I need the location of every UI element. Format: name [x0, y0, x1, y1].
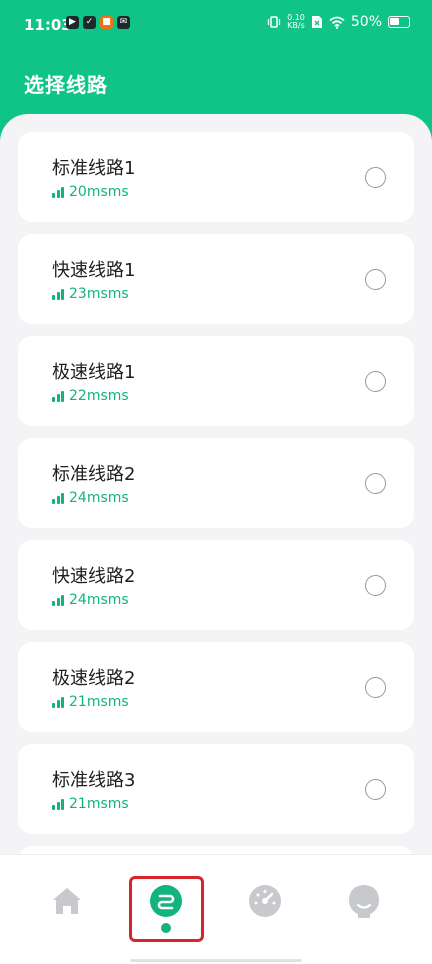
route-latency: 24msms	[52, 490, 129, 506]
bottom-nav	[0, 854, 432, 964]
route-card[interactable]: 标准线路3 21msms	[18, 744, 414, 834]
signal-icon	[52, 696, 64, 708]
profile-icon[interactable]	[346, 883, 382, 919]
latency-value: 23msms	[69, 286, 129, 302]
signal-icon	[52, 186, 64, 198]
check-app-icon: ✓	[83, 16, 96, 29]
route-latency: 23msms	[52, 286, 129, 302]
route-radio[interactable]	[365, 473, 386, 494]
net-speed-unit: KB/s	[287, 21, 305, 30]
latency-value: 22msms	[69, 388, 129, 404]
route-name: 标准线路1	[52, 158, 136, 179]
route-latency: 22msms	[52, 388, 129, 404]
signal-icon	[52, 288, 64, 300]
route-card[interactable]: 快速线路1 23msms	[18, 234, 414, 324]
route-card[interactable]: 极速线路1 22msms	[18, 336, 414, 426]
battery-icon	[388, 16, 410, 28]
route-radio[interactable]	[365, 167, 386, 188]
wifi-icon	[329, 16, 345, 29]
status-time: 11:03	[24, 16, 72, 34]
route-latency: 21msms	[52, 694, 129, 710]
latency-value: 20msms	[69, 184, 129, 200]
route-icon[interactable]	[148, 883, 184, 919]
latency-value: 21msms	[69, 796, 129, 812]
status-bar: 11:03 ▶ ✓ ■ ✉ 0.10 KB/s 50%	[0, 0, 432, 52]
signal-icon	[52, 492, 64, 504]
signal-icon	[52, 594, 64, 606]
latency-value: 24msms	[69, 490, 129, 506]
signal-icon	[52, 390, 64, 402]
no-sim-icon	[311, 16, 322, 28]
battery-percent: 50%	[350, 14, 382, 30]
home-indicator	[130, 959, 302, 962]
mail-app-icon: ✉	[117, 16, 130, 29]
store-app-icon: ■	[100, 16, 113, 29]
route-radio[interactable]	[365, 371, 386, 392]
route-name: 标准线路3	[52, 770, 136, 791]
route-card[interactable]: 标准线路2 24msms	[18, 438, 414, 528]
route-name: 极速线路2	[52, 668, 136, 689]
route-card[interactable]: 极速线路2 21msms	[18, 642, 414, 732]
latency-value: 21msms	[69, 694, 129, 710]
route-card[interactable]: 标准线路1 20msms	[18, 132, 414, 222]
status-app-icons: ▶ ✓ ■ ✉	[66, 16, 130, 29]
route-name: 标准线路2	[52, 464, 136, 485]
signal-icon	[52, 798, 64, 810]
route-card[interactable]: 快速线路2 24msms	[18, 540, 414, 630]
route-radio[interactable]	[365, 779, 386, 800]
latency-value: 24msms	[69, 592, 129, 608]
vibrate-icon	[267, 16, 281, 28]
active-tab-dot	[161, 923, 171, 933]
home-icon[interactable]	[49, 883, 85, 919]
route-latency: 24msms	[52, 592, 129, 608]
route-latency: 20msms	[52, 184, 129, 200]
route-radio[interactable]	[365, 575, 386, 596]
route-list[interactable]: 标准线路1 20msms 快速线路1 23msms 极速线路1 22msms 标…	[0, 114, 432, 854]
route-name: 快速线路2	[52, 566, 136, 587]
status-indicators: 0.10 KB/s 50%	[267, 14, 410, 30]
net-speed: 0.10 KB/s	[287, 14, 305, 30]
route-name: 快速线路1	[52, 260, 136, 281]
page-title: 选择线路	[24, 73, 108, 97]
route-latency: 21msms	[52, 796, 129, 812]
speedometer-icon[interactable]	[247, 883, 283, 919]
route-radio[interactable]	[365, 677, 386, 698]
route-radio[interactable]	[365, 269, 386, 290]
play-app-icon: ▶	[66, 16, 79, 29]
route-name: 极速线路1	[52, 362, 136, 383]
route-card-partial[interactable]	[18, 846, 414, 854]
